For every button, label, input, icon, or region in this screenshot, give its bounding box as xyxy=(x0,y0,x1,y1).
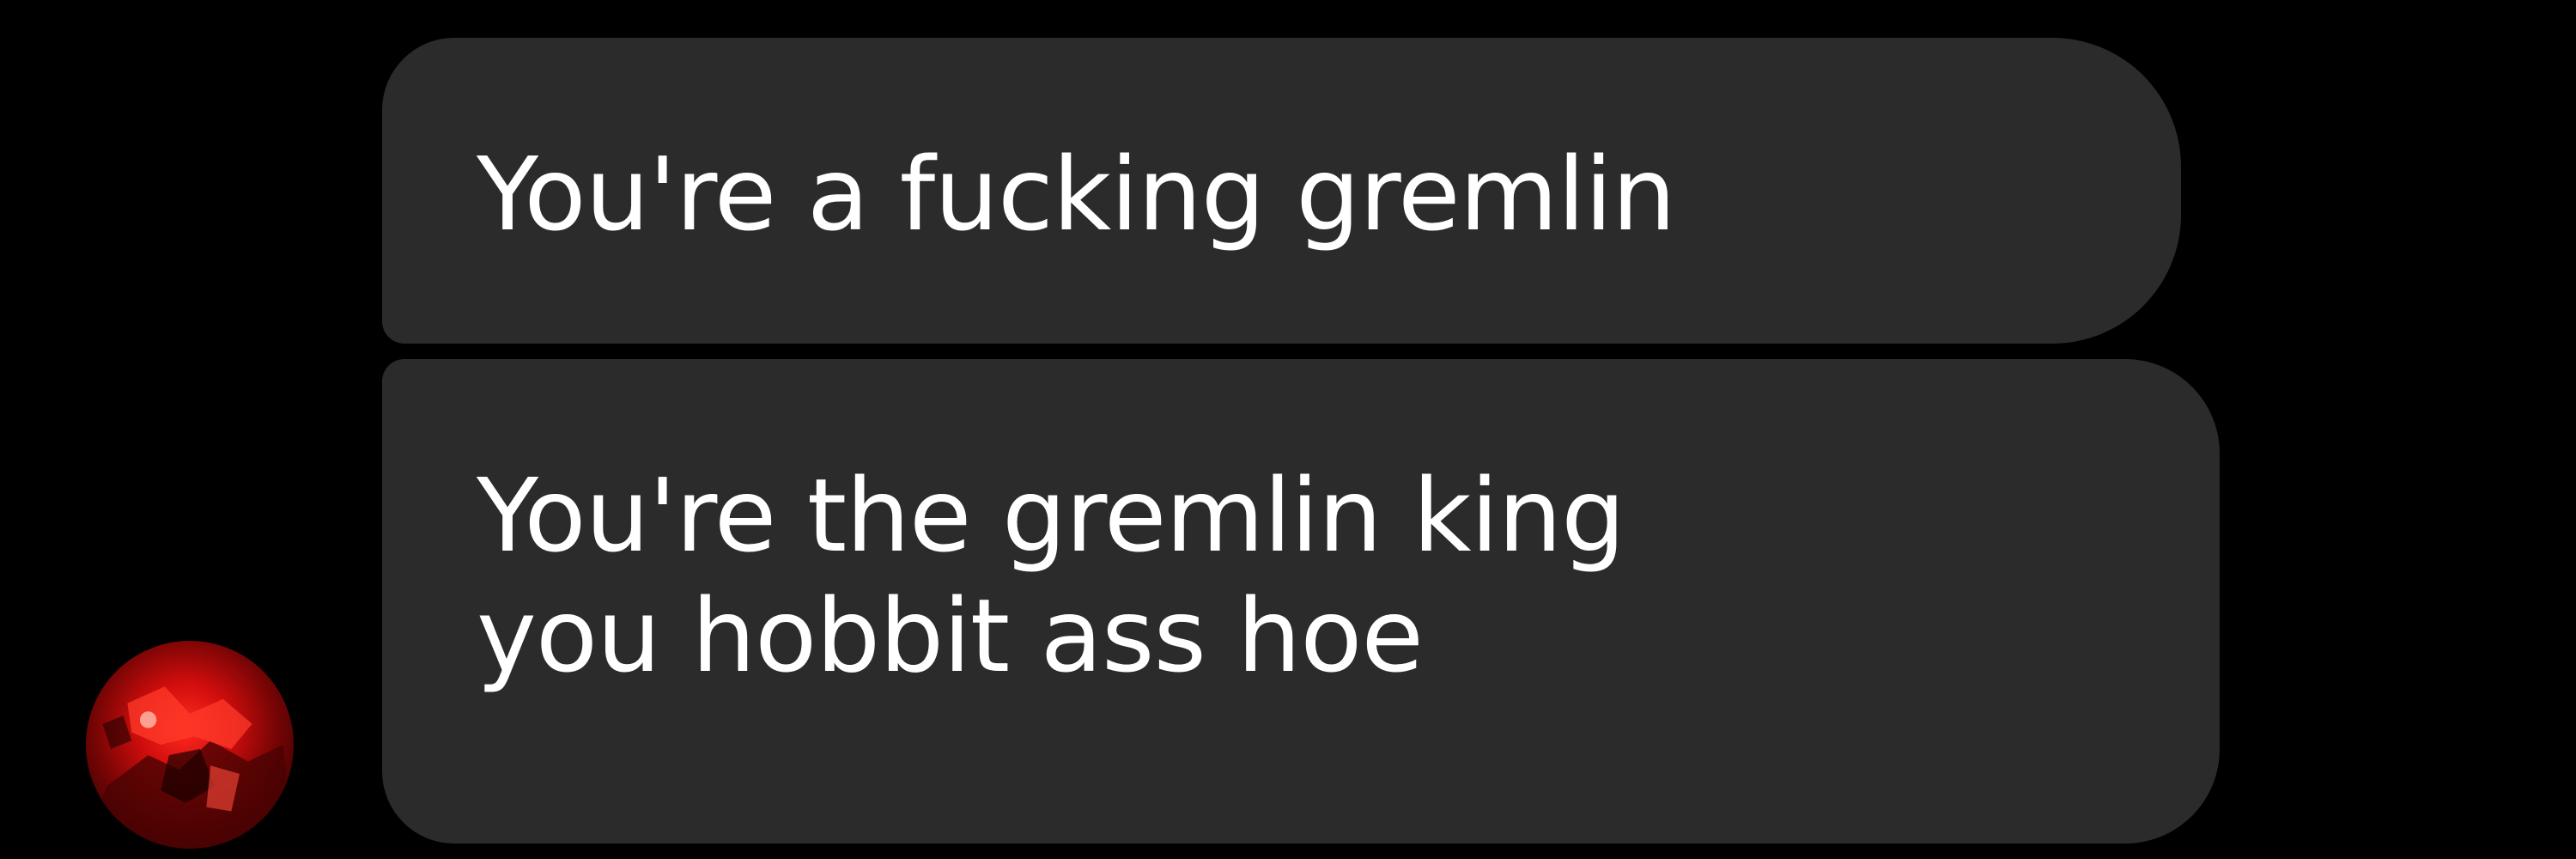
incoming-message-group: You're a fucking gremlin You're the grem… xyxy=(0,0,2576,859)
chat-screen: You're a fucking gremlin You're the grem… xyxy=(0,0,2576,859)
message-bubble[interactable]: You're a fucking gremlin xyxy=(382,38,2181,344)
sender-avatar[interactable] xyxy=(86,641,294,849)
message-bubble[interactable]: You're the gremlin king you hobbit ass h… xyxy=(382,359,2220,844)
profile-photo-icon xyxy=(86,686,294,849)
message-text-line: You're the gremlin king xyxy=(477,456,1625,575)
message-text-line: You're a fucking gremlin xyxy=(477,135,1676,253)
message-text-line: you hobbit ass hoe xyxy=(477,576,1424,695)
